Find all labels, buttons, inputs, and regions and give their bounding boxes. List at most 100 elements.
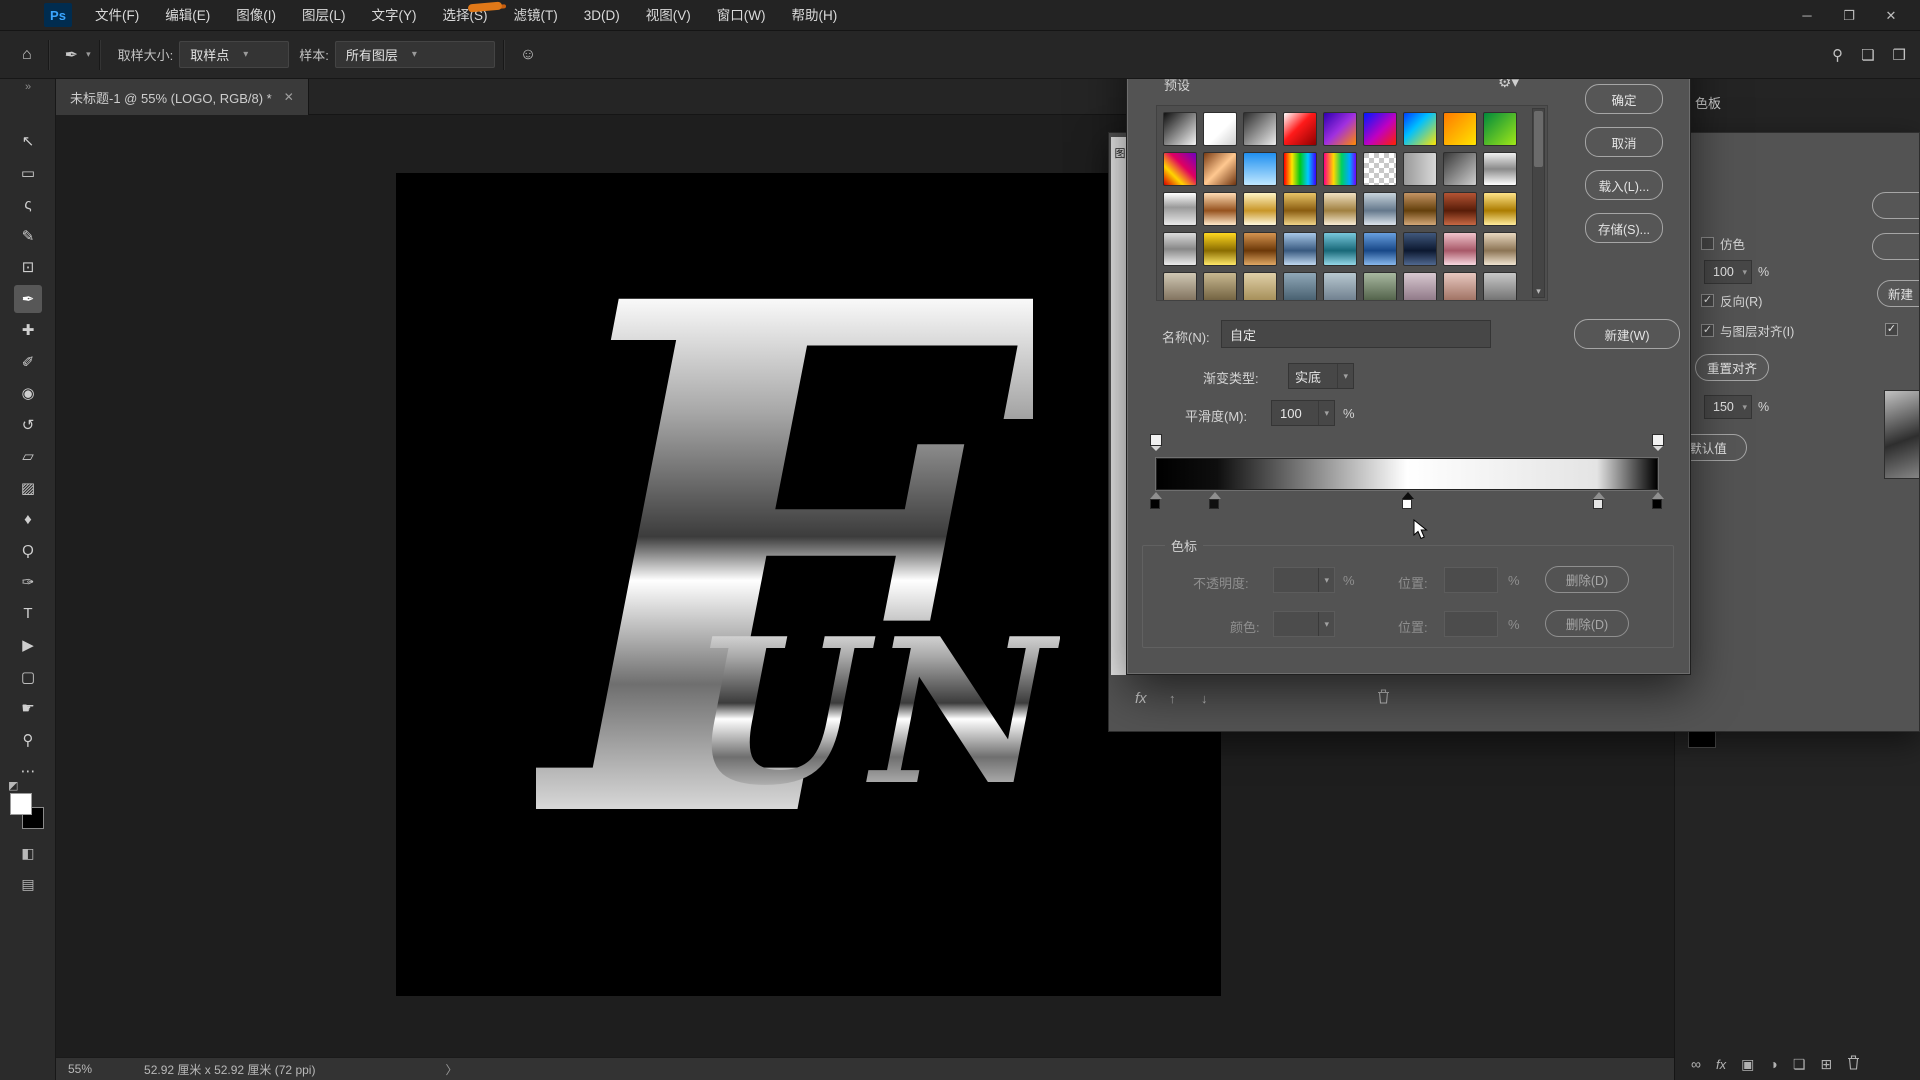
window-controls: ─ ❐ ✕ [1786,0,1912,31]
type-tool[interactable]: T [14,600,42,628]
dither-option[interactable]: . 仿色 [1701,234,1745,253]
menu-item-3[interactable]: 图层(L) [289,0,359,31]
move-effect-down-icon[interactable]: ↓ [1201,691,1208,706]
reverse-checkbox[interactable]: ✓ [1701,294,1714,307]
layer-style-ok-button[interactable] [1872,192,1920,219]
stop-opacity-input[interactable]: ▾ [1273,567,1335,593]
clone-stamp-tool[interactable]: ◉ [14,379,42,407]
opacity-stop-1[interactable] [1652,434,1664,446]
foreground-color-swatch[interactable] [10,793,32,815]
sample-size-label: 取样大小: [118,45,174,64]
move-effect-up-icon[interactable]: ↑ [1169,691,1176,706]
photoshop-app: { "app": { "logo": "Ps", "menu": ["文件(F)… [0,0,1920,1080]
stop-location-input[interactable] [1444,611,1498,637]
color-stop-4[interactable] [1652,492,1664,511]
new-layer-icon[interactable]: ⊞ [1820,1056,1832,1073]
swatches-panel-tab[interactable]: 色板 [1695,93,1721,112]
window-minimize-icon[interactable]: ─ [1786,0,1828,31]
more-tools[interactable]: ⋯ [14,757,42,785]
delete-layer-icon[interactable] [1847,1055,1860,1073]
window-close-icon[interactable]: ✕ [1870,0,1912,31]
color-stop-3[interactable] [1593,492,1605,511]
reverse-option[interactable]: ✓ 反向(R) [1701,291,1762,310]
document-tab[interactable]: 未标题-1 @ 55% (LOGO, RGB/8) * ✕ [56,79,309,115]
layer-mask-icon[interactable]: ▣ [1741,1056,1754,1073]
opacity-stop-0[interactable] [1150,434,1162,446]
blur-tool[interactable]: ♦ [14,505,42,533]
preview-checkbox[interactable]: ✓ [1885,323,1898,336]
eyedropper-preset-icon[interactable]: ✒ [57,45,86,65]
menu-item-0[interactable]: 文件(F) [82,0,152,31]
close-icon[interactable]: ✕ [284,90,294,104]
feedback-smiley-icon[interactable]: ☺ [512,46,544,64]
lasso-tool[interactable]: ς [14,190,42,218]
window-maximize-icon[interactable]: ❐ [1828,0,1870,31]
gradient-tool[interactable]: ▨ [14,474,42,502]
spot-healing-tool[interactable]: ✚ [14,316,42,344]
home-icon[interactable]: ⌂ [14,46,40,64]
sample-size-select[interactable]: 取样点 ▾ [179,41,289,68]
menu-item-1[interactable]: 编辑(E) [152,0,223,31]
layer-style-cancel-button[interactable] [1872,233,1920,260]
menu-item-9[interactable]: 窗口(W) [704,0,779,31]
screen-mode-icon[interactable]: ▤ [14,876,42,893]
menu-item-2[interactable]: 图像(I) [223,0,289,31]
reset-align-button[interactable]: 重置对齐 [1695,354,1769,381]
pen-tool[interactable]: ✑ [14,568,42,596]
sample-label: 样本: [299,45,329,64]
shape-tool[interactable]: ▢ [14,663,42,691]
path-selection-tool[interactable]: ▶ [14,631,42,659]
link-icon[interactable]: ∞ [1691,1056,1701,1072]
stop-color-swatch[interactable]: ▾ [1273,611,1335,637]
delete-effect-icon[interactable] [1377,689,1390,707]
stop-location-input[interactable] [1444,567,1498,593]
layers-panel-icons: ∞ fx ▣ ◑ ❏ ⊞ [1691,1055,1860,1073]
dither-checkbox[interactable]: . [1701,237,1714,250]
adjustment-layer-icon[interactable]: ◑ [1769,1056,1777,1072]
percent-sign: % [1758,265,1769,279]
fx-icon[interactable]: fx [1716,1057,1726,1072]
stops-group-label: 色标 [1165,536,1203,555]
eyedropper-tool[interactable]: ✒ [14,285,42,313]
scale-value-box[interactable]: 150 ▾ [1704,395,1752,419]
arrange-icon[interactable]: ❒ [1893,46,1906,64]
menu-item-4[interactable]: 文字(Y) [359,0,430,31]
delete-color-stop-button[interactable]: 删除(D) [1545,610,1629,637]
delete-opacity-stop-button[interactable]: 删除(D) [1545,566,1629,593]
zoom-level[interactable]: 55% [68,1062,92,1076]
menu-item-7[interactable]: 3D(D) [571,0,633,31]
collapse-toolbar-icon[interactable]: » [0,81,56,93]
document-dimensions: 52.92 厘米 x 52.92 厘米 (72 ppi) [144,1061,315,1078]
quick-selection-tool[interactable]: ✎ [14,222,42,250]
align-label: 与图层对齐(I) [1720,321,1794,340]
history-brush-tool[interactable]: ↺ [14,411,42,439]
workspace-icon[interactable]: ❏ [1861,46,1874,64]
canvas[interactable]: F UN [396,173,1221,996]
brush-tool[interactable]: ✐ [14,348,42,376]
chevron-down-icon[interactable]: ▾ [86,49,91,60]
dodge-tool[interactable]: Ϙ [14,537,42,565]
group-icon[interactable]: ❏ [1793,1056,1806,1073]
sample-select[interactable]: 所有图层 ▾ [335,41,495,68]
quick-mask-icon[interactable]: ◧ [14,845,42,862]
crop-tool[interactable]: ⊡ [14,253,42,281]
marquee-tool[interactable]: ▭ [14,159,42,187]
fx-icon[interactable]: fx [1135,690,1147,707]
align-checkbox[interactable]: ✓ [1701,324,1714,337]
status-chevron-icon[interactable]: 〉 [445,1061,457,1078]
color-stop-2[interactable] [1402,492,1414,511]
color-stop-0[interactable] [1150,492,1162,511]
eraser-tool[interactable]: ▱ [14,442,42,470]
menu-item-10[interactable]: 帮助(H) [778,0,850,31]
search-icon[interactable]: ⚲ [1832,46,1843,64]
hand-tool[interactable]: ☛ [14,694,42,722]
new-style-button[interactable]: 新建 [1877,280,1920,307]
opacity-value: 100 [1713,265,1734,279]
color-stop-1[interactable] [1209,492,1221,511]
move-tool[interactable]: ↖ [14,127,42,155]
menu-item-8[interactable]: 视图(V) [633,0,704,31]
align-option[interactable]: ✓ 与图层对齐(I) [1701,321,1794,340]
zoom-tool[interactable]: ⚲ [14,726,42,754]
menu-item-6[interactable]: 滤镜(T) [501,0,571,31]
opacity-value-box[interactable]: 100 ▾ [1704,260,1752,284]
